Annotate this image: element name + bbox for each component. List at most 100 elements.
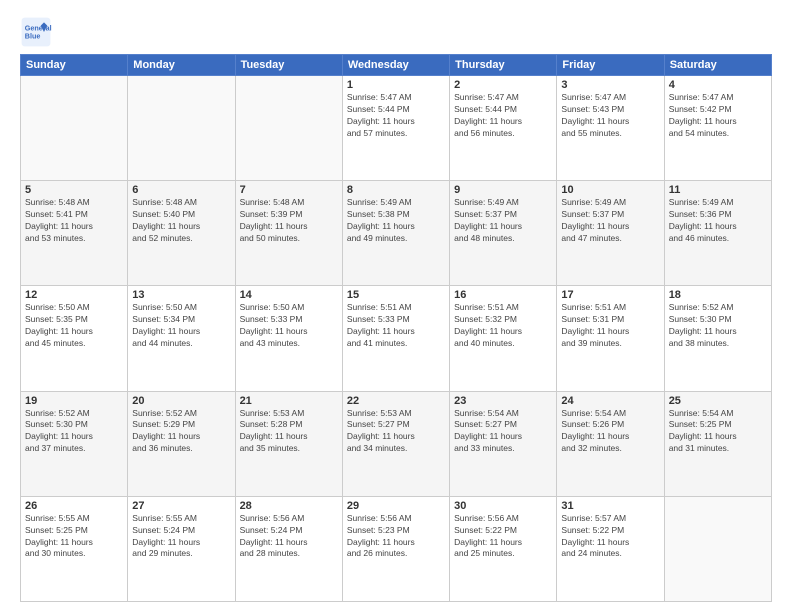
day-info: Sunrise: 5:48 AM Sunset: 5:41 PM Dayligh… <box>25 197 123 245</box>
day-info: Sunrise: 5:49 AM Sunset: 5:36 PM Dayligh… <box>669 197 767 245</box>
calendar-cell: 17Sunrise: 5:51 AM Sunset: 5:31 PM Dayli… <box>557 286 664 391</box>
calendar-cell: 5Sunrise: 5:48 AM Sunset: 5:41 PM Daylig… <box>21 181 128 286</box>
day-info: Sunrise: 5:47 AM Sunset: 5:42 PM Dayligh… <box>669 92 767 140</box>
calendar-cell: 18Sunrise: 5:52 AM Sunset: 5:30 PM Dayli… <box>664 286 771 391</box>
calendar-cell: 9Sunrise: 5:49 AM Sunset: 5:37 PM Daylig… <box>450 181 557 286</box>
calendar-cell: 30Sunrise: 5:56 AM Sunset: 5:22 PM Dayli… <box>450 496 557 601</box>
day-number: 6 <box>132 184 230 196</box>
day-number: 29 <box>347 500 445 512</box>
header: General Blue <box>20 16 772 48</box>
calendar-cell: 29Sunrise: 5:56 AM Sunset: 5:23 PM Dayli… <box>342 496 449 601</box>
calendar-cell: 16Sunrise: 5:51 AM Sunset: 5:32 PM Dayli… <box>450 286 557 391</box>
calendar-cell: 31Sunrise: 5:57 AM Sunset: 5:22 PM Dayli… <box>557 496 664 601</box>
calendar-table: SundayMondayTuesdayWednesdayThursdayFrid… <box>20 54 772 602</box>
day-number: 4 <box>669 79 767 91</box>
weekday-header: Wednesday <box>342 55 449 76</box>
calendar-cell: 28Sunrise: 5:56 AM Sunset: 5:24 PM Dayli… <box>235 496 342 601</box>
day-number: 25 <box>669 395 767 407</box>
day-number: 9 <box>454 184 552 196</box>
calendar-cell: 23Sunrise: 5:54 AM Sunset: 5:27 PM Dayli… <box>450 391 557 496</box>
day-info: Sunrise: 5:51 AM Sunset: 5:32 PM Dayligh… <box>454 302 552 350</box>
calendar-cell: 4Sunrise: 5:47 AM Sunset: 5:42 PM Daylig… <box>664 76 771 181</box>
calendar-cell: 21Sunrise: 5:53 AM Sunset: 5:28 PM Dayli… <box>235 391 342 496</box>
day-info: Sunrise: 5:54 AM Sunset: 5:26 PM Dayligh… <box>561 408 659 456</box>
day-info: Sunrise: 5:48 AM Sunset: 5:40 PM Dayligh… <box>132 197 230 245</box>
day-info: Sunrise: 5:54 AM Sunset: 5:27 PM Dayligh… <box>454 408 552 456</box>
day-number: 11 <box>669 184 767 196</box>
day-number: 27 <box>132 500 230 512</box>
calendar-cell: 6Sunrise: 5:48 AM Sunset: 5:40 PM Daylig… <box>128 181 235 286</box>
calendar-cell: 25Sunrise: 5:54 AM Sunset: 5:25 PM Dayli… <box>664 391 771 496</box>
day-info: Sunrise: 5:52 AM Sunset: 5:30 PM Dayligh… <box>25 408 123 456</box>
day-number: 23 <box>454 395 552 407</box>
day-info: Sunrise: 5:49 AM Sunset: 5:37 PM Dayligh… <box>454 197 552 245</box>
day-info: Sunrise: 5:56 AM Sunset: 5:23 PM Dayligh… <box>347 513 445 561</box>
day-number: 19 <box>25 395 123 407</box>
day-number: 17 <box>561 289 659 301</box>
day-info: Sunrise: 5:56 AM Sunset: 5:22 PM Dayligh… <box>454 513 552 561</box>
day-number: 30 <box>454 500 552 512</box>
weekday-header: Saturday <box>664 55 771 76</box>
day-number: 31 <box>561 500 659 512</box>
day-number: 22 <box>347 395 445 407</box>
calendar-cell: 11Sunrise: 5:49 AM Sunset: 5:36 PM Dayli… <box>664 181 771 286</box>
calendar-cell: 1Sunrise: 5:47 AM Sunset: 5:44 PM Daylig… <box>342 76 449 181</box>
day-number: 2 <box>454 79 552 91</box>
weekday-header: Tuesday <box>235 55 342 76</box>
day-info: Sunrise: 5:52 AM Sunset: 5:29 PM Dayligh… <box>132 408 230 456</box>
day-info: Sunrise: 5:49 AM Sunset: 5:37 PM Dayligh… <box>561 197 659 245</box>
day-info: Sunrise: 5:50 AM Sunset: 5:33 PM Dayligh… <box>240 302 338 350</box>
day-number: 1 <box>347 79 445 91</box>
day-info: Sunrise: 5:53 AM Sunset: 5:28 PM Dayligh… <box>240 408 338 456</box>
calendar-cell: 22Sunrise: 5:53 AM Sunset: 5:27 PM Dayli… <box>342 391 449 496</box>
day-number: 18 <box>669 289 767 301</box>
day-number: 21 <box>240 395 338 407</box>
day-info: Sunrise: 5:51 AM Sunset: 5:31 PM Dayligh… <box>561 302 659 350</box>
calendar-cell: 8Sunrise: 5:49 AM Sunset: 5:38 PM Daylig… <box>342 181 449 286</box>
calendar-cell: 10Sunrise: 5:49 AM Sunset: 5:37 PM Dayli… <box>557 181 664 286</box>
logo: General Blue <box>20 16 52 48</box>
calendar-cell: 7Sunrise: 5:48 AM Sunset: 5:39 PM Daylig… <box>235 181 342 286</box>
day-number: 15 <box>347 289 445 301</box>
day-info: Sunrise: 5:50 AM Sunset: 5:34 PM Dayligh… <box>132 302 230 350</box>
calendar-cell: 13Sunrise: 5:50 AM Sunset: 5:34 PM Dayli… <box>128 286 235 391</box>
day-number: 7 <box>240 184 338 196</box>
calendar-cell <box>235 76 342 181</box>
day-info: Sunrise: 5:47 AM Sunset: 5:44 PM Dayligh… <box>347 92 445 140</box>
calendar-cell <box>21 76 128 181</box>
calendar-cell <box>664 496 771 601</box>
day-number: 14 <box>240 289 338 301</box>
day-number: 16 <box>454 289 552 301</box>
calendar-cell: 27Sunrise: 5:55 AM Sunset: 5:24 PM Dayli… <box>128 496 235 601</box>
day-info: Sunrise: 5:48 AM Sunset: 5:39 PM Dayligh… <box>240 197 338 245</box>
svg-text:Blue: Blue <box>25 31 41 40</box>
weekday-header: Monday <box>128 55 235 76</box>
day-info: Sunrise: 5:50 AM Sunset: 5:35 PM Dayligh… <box>25 302 123 350</box>
calendar-cell: 20Sunrise: 5:52 AM Sunset: 5:29 PM Dayli… <box>128 391 235 496</box>
day-number: 20 <box>132 395 230 407</box>
weekday-header: Thursday <box>450 55 557 76</box>
day-info: Sunrise: 5:49 AM Sunset: 5:38 PM Dayligh… <box>347 197 445 245</box>
calendar-cell: 15Sunrise: 5:51 AM Sunset: 5:33 PM Dayli… <box>342 286 449 391</box>
calendar-cell: 26Sunrise: 5:55 AM Sunset: 5:25 PM Dayli… <box>21 496 128 601</box>
day-number: 8 <box>347 184 445 196</box>
day-number: 12 <box>25 289 123 301</box>
calendar-cell: 19Sunrise: 5:52 AM Sunset: 5:30 PM Dayli… <box>21 391 128 496</box>
day-number: 24 <box>561 395 659 407</box>
calendar-cell: 12Sunrise: 5:50 AM Sunset: 5:35 PM Dayli… <box>21 286 128 391</box>
weekday-header: Sunday <box>21 55 128 76</box>
day-info: Sunrise: 5:55 AM Sunset: 5:25 PM Dayligh… <box>25 513 123 561</box>
day-info: Sunrise: 5:52 AM Sunset: 5:30 PM Dayligh… <box>669 302 767 350</box>
day-info: Sunrise: 5:55 AM Sunset: 5:24 PM Dayligh… <box>132 513 230 561</box>
calendar-cell: 14Sunrise: 5:50 AM Sunset: 5:33 PM Dayli… <box>235 286 342 391</box>
day-number: 13 <box>132 289 230 301</box>
day-info: Sunrise: 5:53 AM Sunset: 5:27 PM Dayligh… <box>347 408 445 456</box>
calendar-cell: 3Sunrise: 5:47 AM Sunset: 5:43 PM Daylig… <box>557 76 664 181</box>
calendar-cell: 2Sunrise: 5:47 AM Sunset: 5:44 PM Daylig… <box>450 76 557 181</box>
day-info: Sunrise: 5:56 AM Sunset: 5:24 PM Dayligh… <box>240 513 338 561</box>
day-info: Sunrise: 5:54 AM Sunset: 5:25 PM Dayligh… <box>669 408 767 456</box>
day-info: Sunrise: 5:47 AM Sunset: 5:43 PM Dayligh… <box>561 92 659 140</box>
day-info: Sunrise: 5:51 AM Sunset: 5:33 PM Dayligh… <box>347 302 445 350</box>
logo-icon: General Blue <box>20 16 52 48</box>
weekday-header: Friday <box>557 55 664 76</box>
